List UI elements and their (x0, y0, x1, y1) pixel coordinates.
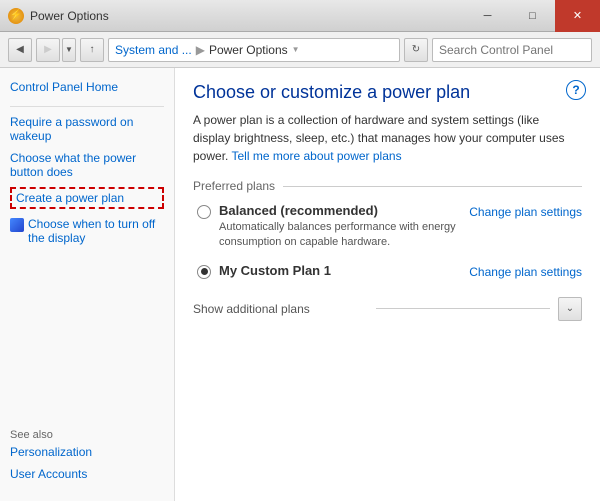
sidebar-item-require-password[interactable]: Require a password on wakeup (10, 115, 164, 143)
sidebar-item-personalization[interactable]: Personalization (10, 445, 164, 459)
title-bar-left: ⚡ Power Options (8, 8, 109, 24)
sidebar-item-create-plan[interactable]: Create a power plan (10, 187, 164, 209)
plan-balanced-change-link[interactable]: Change plan settings (469, 205, 582, 219)
show-additional-button[interactable]: ⌄ (558, 297, 582, 321)
refresh-button[interactable]: ↻ (404, 38, 428, 62)
sidebar-item-user-accounts[interactable]: User Accounts (10, 467, 164, 481)
sidebar-bottom: See also Personalization User Accounts (10, 429, 164, 489)
navigation-bar: ◀ ▶ ▼ ↑ System and ... ▶ Power Options ▼… (0, 32, 600, 68)
maximize-button[interactable]: □ (510, 0, 555, 32)
plan-balanced-radio[interactable] (197, 205, 211, 219)
back-button[interactable]: ◀ (8, 38, 32, 62)
search-box: 🔍 (432, 38, 592, 62)
minimize-button[interactable]: ─ (465, 0, 510, 32)
plan-custom-name: My Custom Plan 1 (219, 263, 461, 278)
breadcrumb-separator: ▶ (196, 43, 205, 57)
title-bar: ⚡ Power Options ─ □ ✕ (0, 0, 600, 32)
window-title: Power Options (30, 9, 109, 23)
plan-custom-row: My Custom Plan 1 Change plan settings (193, 263, 582, 279)
learn-more-link[interactable]: Tell me more about power plans (231, 149, 401, 163)
main-layout: Control Panel Home Require a password on… (0, 68, 600, 501)
app-icon: ⚡ (8, 8, 24, 24)
plan-balanced-row: Balanced (recommended) Automatically bal… (193, 203, 582, 251)
plan-custom-radio[interactable] (197, 265, 211, 279)
plan-custom-change-link[interactable]: Change plan settings (469, 265, 582, 279)
see-also-label: See also (10, 429, 164, 441)
show-additional-row: Show additional plans ⌄ (193, 291, 582, 327)
plan-custom-info: My Custom Plan 1 (219, 263, 461, 278)
up-button[interactable]: ↑ (80, 38, 104, 62)
sidebar-item-turn-off-display[interactable]: Choose when to turn off the display (28, 217, 164, 245)
content-area: ? Choose or customize a power plan A pow… (175, 68, 600, 501)
breadcrumb-system[interactable]: System and ... (115, 43, 192, 57)
breadcrumb-dropdown-arrow[interactable]: ▼ (292, 45, 300, 54)
breadcrumb: System and ... ▶ Power Options ▼ (108, 38, 400, 62)
sidebar-divider (10, 106, 164, 107)
sidebar-item-turn-off-display-row: Choose when to turn off the display (10, 217, 164, 245)
nav-dropdown-button[interactable]: ▼ (62, 38, 76, 62)
plan-balanced-desc: Automatically balances performance with … (219, 220, 461, 251)
close-button[interactable]: ✕ (555, 0, 600, 32)
sidebar-item-home[interactable]: Control Panel Home (10, 80, 164, 94)
sidebar: Control Panel Home Require a password on… (0, 68, 175, 501)
show-additional-line (376, 308, 551, 309)
page-title: Choose or customize a power plan (193, 82, 582, 103)
sidebar-item-power-button[interactable]: Choose what the power button does (10, 151, 164, 179)
plan-balanced-name: Balanced (recommended) (219, 203, 461, 218)
forward-button[interactable]: ▶ (36, 38, 60, 62)
plan-balanced-info: Balanced (recommended) Automatically bal… (219, 203, 461, 251)
breadcrumb-current: Power Options (209, 43, 288, 57)
show-additional-label: Show additional plans (193, 302, 368, 316)
shield-icon (10, 218, 24, 232)
preferred-plans-label: Preferred plans (193, 179, 582, 193)
help-icon[interactable]: ? (566, 80, 586, 100)
content-description: A power plan is a collection of hardware… (193, 111, 573, 165)
title-bar-controls: ─ □ ✕ (465, 0, 600, 32)
search-input[interactable] (433, 43, 600, 57)
